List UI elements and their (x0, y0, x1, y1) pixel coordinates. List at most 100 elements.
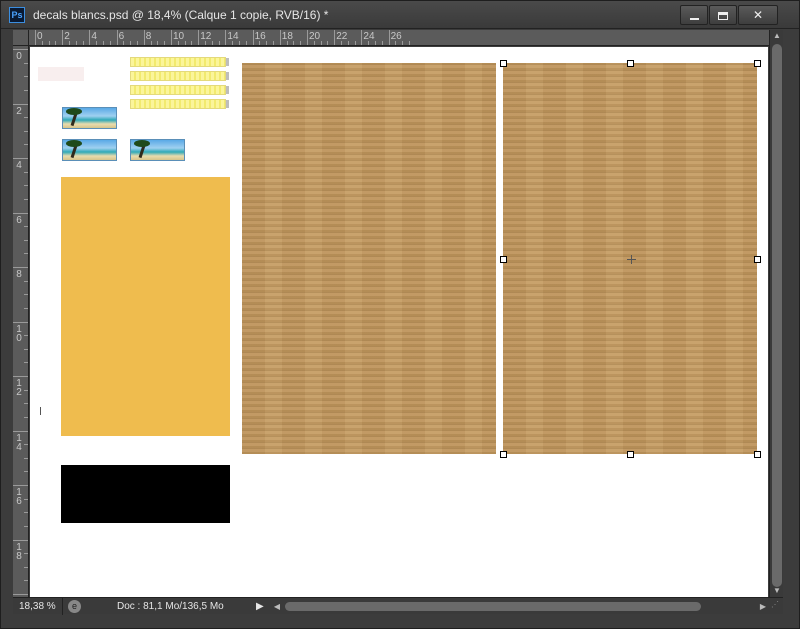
ruler-v-tick (13, 376, 28, 377)
ruler-h-tick (62, 30, 64, 45)
yellow-decal-strip[interactable] (130, 57, 229, 67)
ruler-h-minor-tick (150, 41, 152, 45)
scroll-down-icon[interactable]: ▼ (770, 585, 784, 597)
transform-handle-bottom[interactable] (627, 451, 634, 458)
ruler-h-tick (116, 30, 118, 45)
maximize-button[interactable] (709, 5, 737, 25)
ruler-origin[interactable] (13, 30, 29, 46)
ruler-v-minor-tick (24, 253, 28, 255)
ruler-h-tick (307, 30, 308, 45)
beach-decal-image[interactable] (62, 139, 117, 161)
ruler-v-label: 14 (16, 432, 22, 453)
orange-decal-block[interactable] (61, 177, 230, 436)
ruler-h-minor-tick (130, 41, 132, 45)
vertical-ruler[interactable]: 0246810121416182 (13, 46, 29, 597)
ruler-v-minor-tick (24, 525, 28, 527)
transform-handle-top-left[interactable] (500, 60, 507, 67)
ruler-v-tick (13, 212, 28, 214)
minimize-icon (689, 17, 699, 20)
ruler-v-minor-tick (24, 226, 28, 228)
minimize-button[interactable] (680, 5, 708, 25)
transform-handle-right[interactable] (754, 256, 761, 263)
ruler-h-tick (198, 30, 200, 45)
close-button[interactable]: ✕ (738, 5, 778, 25)
horizontal-scroll-thumb[interactable] (285, 602, 701, 611)
pink-swatch[interactable] (38, 67, 84, 81)
ruler-h-minor-tick (245, 41, 247, 45)
wood-texture-panel-left[interactable] (242, 63, 496, 454)
vertical-scroll-thumb[interactable] (772, 44, 782, 587)
scroll-right-icon[interactable]: ▶ (757, 598, 769, 615)
ruler-h-minor-tick (184, 41, 186, 45)
transform-handle-left[interactable] (500, 256, 507, 263)
transform-handle-top-right[interactable] (754, 60, 761, 67)
ruler-h-minor-tick (103, 41, 104, 45)
ruler-h-minor-tick (293, 41, 295, 45)
ruler-v-tick (13, 267, 28, 268)
ruler-h-tick (143, 30, 145, 45)
ruler-v-tick (13, 485, 28, 486)
ruler-v-label: 12 (16, 378, 22, 398)
ruler-v-minor-tick (24, 89, 28, 91)
document-canvas[interactable] (30, 47, 768, 597)
palm-leaves (134, 140, 150, 147)
transform-handle-bottom-right[interactable] (754, 451, 761, 458)
transform-handle-bottom-left[interactable] (500, 451, 507, 458)
ruler-v-minor-tick (24, 498, 28, 500)
ruler-h-minor-tick (48, 41, 50, 45)
vertical-scrollbar[interactable]: ▲ ▼ (769, 30, 783, 597)
ruler-v-minor-tick (24, 457, 28, 459)
ruler-h-tick (252, 30, 254, 45)
ruler-v-minor-tick (24, 335, 28, 337)
ruler-v-minor-tick (24, 76, 28, 78)
ruler-h-minor-tick (368, 41, 370, 45)
ruler-h-minor-tick (96, 41, 98, 45)
ruler-v-minor-tick (24, 294, 28, 296)
ruler-h-minor-tick (205, 41, 206, 45)
ruler-h-minor-tick (286, 41, 288, 45)
ruler-h-tick (334, 30, 336, 45)
ruler-v-minor-tick (24, 117, 28, 119)
ruler-v-minor-tick (24, 416, 28, 418)
status-bar: 18,38 % e Doc : 81,1 Mo/136,5 Mo ▶ ◀ ▶ ⋰ (13, 597, 783, 615)
close-icon: ✕ (752, 8, 764, 22)
ruler-h-minor-tick (259, 41, 261, 45)
scroll-left-icon[interactable]: ◀ (271, 598, 283, 615)
yellow-decal-strip[interactable] (130, 99, 229, 109)
ruler-h-minor-tick (320, 41, 322, 45)
ruler-v-label: 16 (16, 487, 22, 507)
photoshop-logo-icon: Ps (9, 7, 25, 23)
document-size-info: Doc : 81,1 Mo/136,5 Mo (117, 601, 224, 612)
transform-center-icon[interactable] (627, 255, 636, 264)
ruler-v-tick (13, 539, 28, 541)
ruler-h-minor-tick (123, 41, 125, 45)
ruler-v-label: 2 (16, 105, 22, 117)
title-bar[interactable]: Ps decals blancs.psd @ 18,4% (Calque 1 c… (1, 1, 799, 29)
scroll-up-icon[interactable]: ▲ (770, 30, 784, 42)
ruler-h-minor-tick (395, 41, 397, 45)
ruler-h-tick (171, 30, 172, 45)
ruler-v-tick (13, 103, 28, 105)
transform-handle-top[interactable] (627, 60, 634, 67)
ruler-h-minor-tick (191, 41, 193, 45)
yellow-decal-strip[interactable] (130, 85, 229, 95)
ruler-h-tick (388, 30, 390, 45)
status-info-icon[interactable]: e (68, 600, 81, 613)
ruler-h-tick (361, 30, 363, 45)
ruler-h-minor-tick (82, 41, 84, 45)
ruler-v-minor-tick (24, 348, 28, 350)
yellow-decal-strip[interactable] (130, 71, 229, 81)
horizontal-scrollbar[interactable]: ◀ ▶ (271, 598, 769, 615)
status-menu-arrow-icon[interactable]: ▶ (256, 600, 264, 613)
horizontal-ruler[interactable]: 0 2 4 6 8 10 12 14 16 18 20 22 24 26 (29, 30, 769, 46)
ruler-h-tick (225, 30, 227, 45)
zoom-level-field[interactable]: 18,38 % (13, 598, 63, 615)
beach-decal-image[interactable] (62, 107, 117, 129)
beach-decal-image[interactable] (130, 139, 185, 161)
black-decal-block[interactable] (61, 465, 230, 523)
ruler-h-minor-tick (239, 41, 240, 45)
ruler-v-label: 4 (16, 160, 22, 171)
ruler-v-minor-tick (24, 198, 28, 200)
resize-grip-icon[interactable]: ⋰ (771, 600, 781, 613)
palm-leaves (66, 108, 82, 115)
